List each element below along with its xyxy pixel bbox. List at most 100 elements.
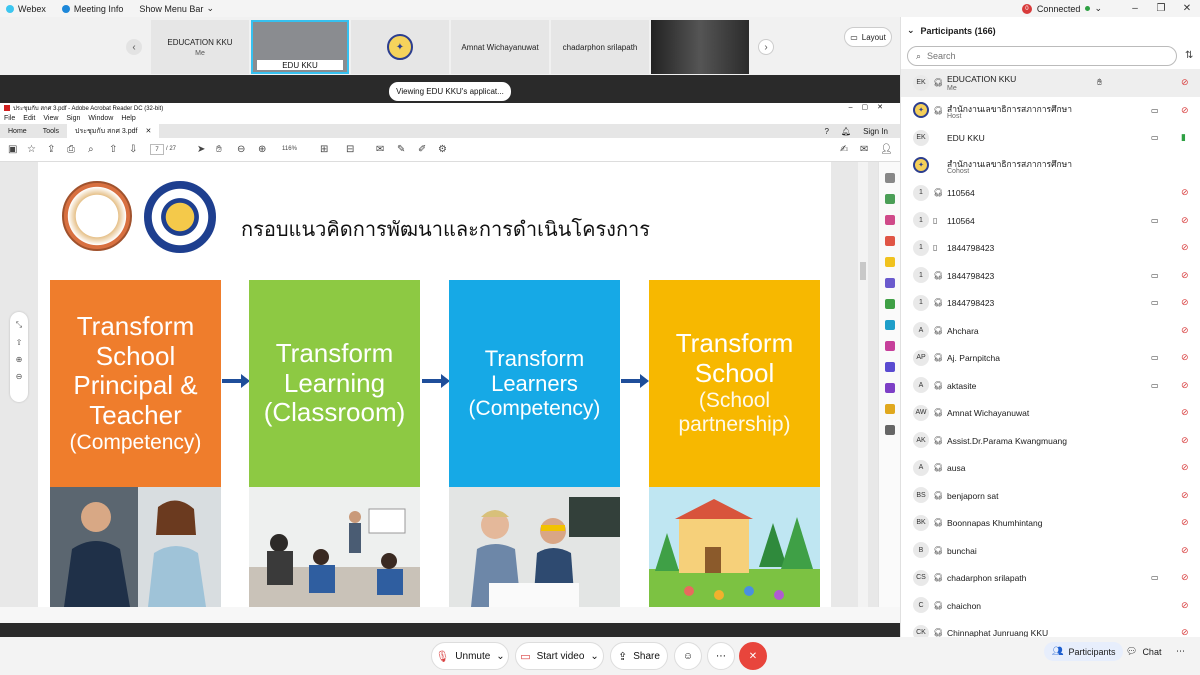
minimize-icon[interactable]: – <box>1122 3 1148 14</box>
bell-icon[interactable]: 🔔︎ <box>841 127 851 136</box>
tools-settings-icon[interactable] <box>884 425 895 435</box>
mic-muted-icon[interactable]: ⊘ <box>1181 462 1189 473</box>
mic-muted-icon[interactable]: ⊘ <box>1181 215 1189 226</box>
menu-view[interactable]: View <box>43 115 58 122</box>
participant-row[interactable]: BS 🎧︎ benjaporn sat ⊘ <box>901 482 1200 510</box>
stamp-icon[interactable]: ⚙︎ <box>438 144 447 155</box>
participants-search[interactable]: ⌕ <box>907 46 1177 66</box>
mic-muted-icon[interactable]: ⊘ <box>1181 352 1189 363</box>
mic-muted-icon[interactable]: ⊘ <box>1181 297 1189 308</box>
participant-row[interactable]: ✦ 🎧︎ สำนักงานเลขาธิการสภาการศึกษา Host ▭ ⊘ <box>901 97 1200 125</box>
participant-row[interactable]: CS 🎧︎ chadarphon srilapath ▭ ⊘ <box>901 564 1200 592</box>
meeting-info-button[interactable]: Meeting Info <box>61 4 123 14</box>
webex-menu[interactable]: Webex <box>6 4 46 14</box>
mail-icon[interactable]: ✉ <box>860 144 868 155</box>
quick-tool-icon[interactable]: ⇧ <box>10 338 28 347</box>
mic-muted-icon[interactable]: ⊘ <box>1181 325 1189 336</box>
mic-muted-icon[interactable]: ⊘ <box>1181 187 1189 198</box>
close-icon[interactable]: ✕ <box>145 127 151 135</box>
participant-row[interactable]: ✦ สำนักงานเลขาธิการสภาการศึกษา Cohost <box>901 152 1200 180</box>
search-input[interactable] <box>927 51 1148 61</box>
reactions-button[interactable]: ☺ <box>674 642 702 670</box>
video-tile-active[interactable]: EDU KKU <box>251 20 349 74</box>
search-icon[interactable]: ⌕ <box>88 144 94 155</box>
video-tile[interactable] <box>651 20 749 74</box>
share-user-icon[interactable]: 👤︎ <box>880 144 893 155</box>
maximize-icon[interactable]: ❐ <box>1148 3 1174 14</box>
zoom-out-icon[interactable]: ⊖ <box>10 372 28 381</box>
menu-edit[interactable]: Edit <box>23 115 35 122</box>
participant-row[interactable]: AK 🎧︎ Assist.Dr.Parama Kwangmuang ⊘ <box>901 427 1200 455</box>
create-pdf-icon[interactable] <box>884 236 895 246</box>
fit-page-icon[interactable]: ⊞ <box>320 144 328 155</box>
organize-pages-icon[interactable] <box>884 215 895 225</box>
mic-muted-icon[interactable]: ⊘ <box>1181 407 1189 418</box>
participant-row[interactable]: A 🎧︎ ausa ⊘ <box>901 454 1200 482</box>
panel-more-button[interactable]: ⋯ <box>1176 646 1185 657</box>
participant-row[interactable]: BK 🎧︎ Boonnapas Khumhintang ⊘ <box>901 509 1200 537</box>
tab-tools[interactable]: Tools <box>35 124 67 138</box>
edit-pdf-icon[interactable] <box>884 299 895 309</box>
comment-icon[interactable]: ✉︎ <box>376 144 384 155</box>
mic-muted-icon[interactable]: ⊘ <box>1181 242 1189 253</box>
mic-muted-icon[interactable]: ⊘ <box>1181 490 1189 501</box>
mic-muted-icon[interactable]: ⊘ <box>1181 270 1189 281</box>
menu-help[interactable]: Help <box>121 115 135 122</box>
scroll-mode-icon[interactable]: ⊟ <box>346 144 354 155</box>
search-tool-icon[interactable] <box>884 173 895 183</box>
tab-home[interactable]: Home <box>0 124 35 138</box>
leave-meeting-button[interactable]: ✕ <box>739 642 767 670</box>
scrollbar-thumb[interactable] <box>860 262 866 280</box>
layout-button[interactable]: ▭ Layout <box>844 27 892 47</box>
export-pdf-icon[interactable] <box>884 194 895 204</box>
participant-row[interactable]: 1 🎧︎ 110564 ⊘ <box>901 179 1200 207</box>
mic-muted-icon[interactable]: ⊘ <box>1181 435 1189 446</box>
sharing-banner[interactable]: Viewing EDU KKU's applicat... <box>389 82 511 101</box>
sort-icon[interactable]: ⇅ <box>1185 50 1193 61</box>
more-options-button[interactable]: ⋯ <box>707 642 735 670</box>
fill-sign-icon[interactable] <box>884 341 895 351</box>
participant-row[interactable]: CK 🎧︎ Chinnaphat Junruang KKU ⊘ <box>901 619 1200 637</box>
zoom-in-icon[interactable]: ⊕ <box>258 144 266 155</box>
mic-muted-icon[interactable]: ⊘ <box>1181 517 1189 528</box>
chat-button[interactable]: 💬︎ Chat <box>1126 646 1161 657</box>
page-down-icon[interactable]: ⇩ <box>129 144 137 155</box>
show-menu-bar-button[interactable]: Show Menu Bar ⌄ <box>139 3 214 14</box>
zoom-in-icon[interactable]: ⊕ <box>10 355 28 364</box>
page-up-icon[interactable]: ⇧ <box>109 144 117 155</box>
close-icon[interactable]: ✕ <box>1174 3 1200 14</box>
mic-muted-icon[interactable]: ⊘ <box>1181 545 1189 556</box>
video-tile[interactable]: EDUCATION KKU Me <box>151 20 249 74</box>
start-video-button[interactable]: ▭ Start video ⌄ <box>515 642 604 670</box>
bookmark-star-icon[interactable]: ☆ <box>27 144 36 155</box>
raise-hand-icon[interactable]: ✋︎ <box>1097 77 1102 88</box>
menu-sign[interactable]: Sign <box>66 115 80 122</box>
zoom-out-icon[interactable]: ⊖ <box>237 144 245 155</box>
filmstrip-next-icon[interactable]: › <box>758 39 774 55</box>
save-icon[interactable]: ▣ <box>8 144 17 155</box>
mic-muted-icon[interactable]: ⊘ <box>1181 105 1189 116</box>
scan-icon[interactable] <box>884 320 895 330</box>
participants-header[interactable]: ⌄ Participants (166) <box>907 25 996 36</box>
participant-row[interactable]: 1 ▯ 1844798423 ⊘ <box>901 234 1200 262</box>
participant-row[interactable]: 1 🎧︎ 1844798423 ▭ ⊘ <box>901 289 1200 317</box>
quick-tool-icon[interactable]: ⤡ <box>10 320 28 330</box>
menu-window[interactable]: Window <box>88 115 113 122</box>
zoom-level[interactable]: 116% <box>282 146 297 152</box>
tab-document[interactable]: ประชุมกับ สกศ 3.pdf ✕ <box>67 124 160 138</box>
comment-tool-icon[interactable] <box>884 257 895 267</box>
video-tile[interactable]: ✦ <box>351 20 449 74</box>
more-tools-icon[interactable] <box>884 404 895 414</box>
connection-status[interactable]: 0 Connected ⌄ <box>1021 3 1102 14</box>
mic-muted-icon[interactable]: ⊘ <box>1181 77 1189 88</box>
participants-panel-button[interactable]: 👥︎ Participants <box>1044 642 1124 661</box>
select-cursor-icon[interactable]: ➤ <box>197 144 205 155</box>
page-number-input[interactable]: 7 <box>150 144 164 155</box>
draw-icon[interactable]: ✐ <box>418 144 426 155</box>
video-tile[interactable]: chadarphon srilapath <box>551 20 649 74</box>
send-for-signature-icon[interactable] <box>884 383 895 393</box>
participant-row[interactable]: C 🎧︎ chaichon ⊘ <box>901 592 1200 620</box>
menu-file[interactable]: File <box>4 115 15 122</box>
share-button[interactable]: ⇪ Share <box>610 642 668 670</box>
participant-row[interactable]: A 🎧︎ Ahchara ⊘ <box>901 317 1200 345</box>
